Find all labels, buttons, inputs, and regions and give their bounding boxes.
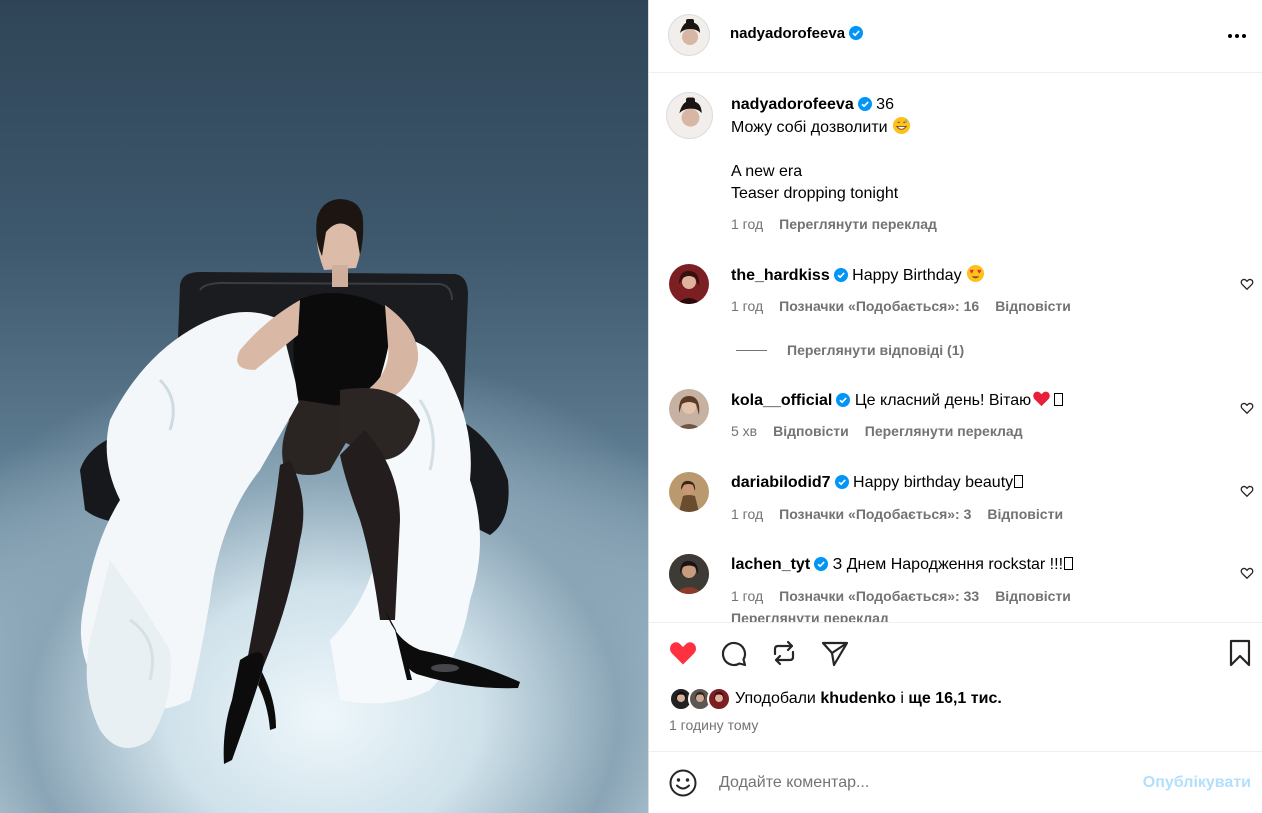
verified-badge-icon: [814, 557, 829, 571]
commenter-avatar[interactable]: [669, 389, 709, 429]
caption: nadyadorofeeva 36 Можу собі дозволити A …: [731, 94, 911, 205]
caption-count: 36: [876, 96, 894, 113]
comment-time[interactable]: 5 хв: [731, 423, 757, 439]
comment-likes-count[interactable]: Позначки «Подобається»: 3: [779, 506, 971, 522]
comment-meta: 1 год Позначки «Подобається»: 33 Відпові…: [731, 588, 1071, 604]
author-username[interactable]: nadyadorofeeva: [730, 25, 845, 42]
like-heart-icon[interactable]: [667, 637, 699, 669]
reply-button[interactable]: Відповісти: [773, 423, 849, 439]
comment-username[interactable]: the_hardkiss: [731, 267, 830, 284]
verified-badge-icon: [834, 475, 849, 489]
caption-username[interactable]: nadyadorofeeva: [731, 96, 854, 113]
likes-middle: і: [900, 690, 904, 707]
caption-line-1: Можу собі дозволити: [731, 119, 888, 136]
comment-meta: 1 год Позначки «Подобається»: 16 Відпові…: [731, 298, 1071, 314]
caption-meta: 1 год Переглянути переклад: [731, 216, 937, 232]
unsupported-glyph-icon: [1064, 557, 1074, 570]
post-timestamp[interactable]: 1 годину тому: [669, 717, 758, 733]
likes-prefix: Уподобали: [735, 690, 816, 707]
commenter-avatar[interactable]: [669, 554, 709, 594]
commenter-avatar[interactable]: [669, 264, 709, 304]
comment-likes-count[interactable]: Позначки «Подобається»: 16: [779, 298, 979, 314]
verified-badge-icon: [836, 393, 851, 407]
translate-link[interactable]: Переглянути переклад: [731, 610, 889, 622]
unsupported-glyph-icon: [1054, 393, 1064, 406]
likes-count[interactable]: ще 16,1 тис.: [908, 690, 1001, 707]
like-comment-icon[interactable]: [1240, 277, 1254, 291]
liker-username[interactable]: khudenko: [820, 690, 896, 707]
verified-badge-icon: [833, 268, 848, 282]
post-header: nadyadorofeeva: [649, 0, 1262, 73]
share-icon[interactable]: [819, 637, 851, 669]
heart-eyes-emoji-icon: [966, 264, 984, 283]
more-options-button[interactable]: [1225, 26, 1249, 46]
liker-avatar: [707, 687, 731, 711]
save-bookmark-icon[interactable]: [1224, 637, 1256, 669]
reply-button[interactable]: Відповісти: [987, 506, 1063, 522]
caption-avatar[interactable]: [666, 92, 713, 139]
reply-button[interactable]: Відповісти: [995, 298, 1071, 314]
view-replies-button[interactable]: Переглянути відповіді (1): [736, 342, 964, 358]
comment-text: Це класний день! Вітаю: [854, 392, 1032, 409]
comment-time[interactable]: 1 год: [731, 506, 763, 522]
comment-time[interactable]: 1 год: [731, 298, 763, 314]
translate-link[interactable]: Переглянути переклад: [865, 423, 1023, 439]
comment-likes-count[interactable]: Позначки «Подобається»: 33: [779, 588, 979, 604]
comment-meta-overflow: Переглянути переклад: [731, 610, 889, 622]
comment-username[interactable]: kola__official: [731, 392, 832, 409]
caption-translate-link[interactable]: Переглянути переклад: [779, 216, 937, 232]
commenter-avatar[interactable]: [669, 472, 709, 512]
comment-username[interactable]: lachen_tyt: [731, 556, 810, 573]
repost-icon[interactable]: [768, 637, 800, 669]
grinning-sweat-emoji-icon: [892, 116, 910, 135]
post-comment-button[interactable]: Опублікувати: [1143, 774, 1251, 792]
caption-line-3: Teaser dropping tonight: [731, 185, 899, 202]
comment-item: dariabilodid7 Happy birthday beauty: [731, 472, 1024, 494]
photo-illustration: [80, 199, 520, 764]
caption-time[interactable]: 1 год: [731, 216, 763, 232]
comment-time[interactable]: 1 год: [731, 588, 763, 604]
comment-text: З Днем Народження rockstar !!!: [832, 556, 1064, 573]
emoji-picker-icon[interactable]: [668, 768, 698, 798]
comment-composer: Опублікувати: [649, 751, 1262, 813]
like-comment-icon[interactable]: [1240, 484, 1254, 498]
liker-avatars: [669, 686, 731, 712]
action-bar: [649, 622, 1262, 682]
replies-divider: [736, 349, 767, 351]
like-comment-icon[interactable]: [1240, 401, 1254, 415]
comment-item: the_hardkiss Happy Birthday: [731, 264, 985, 287]
comment-text: Happy Birthday: [852, 267, 962, 284]
view-replies-label: Переглянути відповіді (1): [787, 342, 965, 358]
post-details-panel: nadyadorofeeva nadyadorofeeva 36 Можу со…: [648, 0, 1262, 813]
comment-username[interactable]: dariabilodid7: [731, 474, 831, 491]
comment-input[interactable]: [719, 771, 1119, 795]
caption-line-2: A new era: [731, 163, 803, 180]
reply-button[interactable]: Відповісти: [995, 588, 1071, 604]
verified-badge-icon: [849, 26, 864, 40]
likes-summary[interactable]: Уподобали khudenko і ще 16,1 тис.: [669, 686, 1002, 712]
comment-meta: 5 хв Відповісти Переглянути переклад: [731, 423, 1023, 439]
comment-meta: 1 год Позначки «Подобається»: 3 Відповіс…: [731, 506, 1063, 522]
comment-icon[interactable]: [718, 637, 750, 669]
post-photo[interactable]: [0, 0, 648, 813]
like-comment-icon[interactable]: [1240, 566, 1254, 580]
red-heart-emoji-icon: [1033, 391, 1050, 407]
author-avatar[interactable]: [668, 14, 710, 56]
comment-item: kola__official Це класний день! Вітаю: [731, 389, 1064, 412]
unsupported-glyph-icon: [1014, 475, 1024, 488]
comment-item: lachen_tyt З Днем Народження rockstar !!…: [731, 554, 1074, 576]
comment-text: Happy birthday beauty: [853, 474, 1014, 491]
verified-badge-icon: [857, 97, 872, 111]
comments-list[interactable]: nadyadorofeeva 36 Можу собі дозволити A …: [649, 74, 1262, 622]
